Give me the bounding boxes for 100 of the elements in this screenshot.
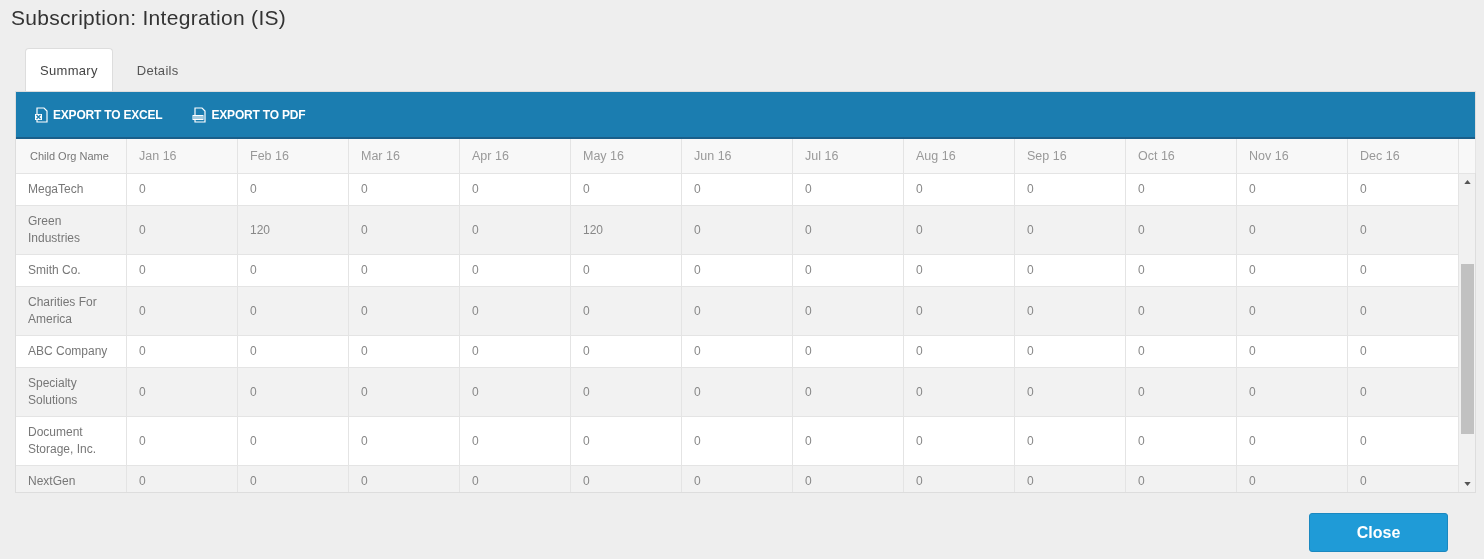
scroll-down-icon[interactable] <box>1463 482 1471 486</box>
table-cell: 0 <box>349 206 460 254</box>
pdf-file-icon <box>192 106 207 123</box>
table-cell: 0 <box>460 174 571 205</box>
table-cell: 0 <box>793 336 904 367</box>
table-cell: 0 <box>127 255 238 286</box>
table-cell: 0 <box>238 466 349 492</box>
table-cell: 0 <box>238 336 349 367</box>
table-cell: 0 <box>682 466 793 492</box>
table-cell: 0 <box>127 287 238 335</box>
table-cell: Smith Co. <box>16 255 127 286</box>
table-cell: 0 <box>127 466 238 492</box>
table-cell: 0 <box>238 174 349 205</box>
close-button[interactable]: Close <box>1309 513 1448 552</box>
table-cell: MegaTech <box>16 174 127 205</box>
table-cell: 0 <box>460 417 571 465</box>
column-header: Jun 16 <box>682 139 793 173</box>
table-cell: 0 <box>1237 174 1348 205</box>
table-cell: Document Storage, Inc. <box>16 417 127 465</box>
table-cell: 0 <box>793 368 904 416</box>
table-cell: 0 <box>1126 206 1237 254</box>
tab[interactable]: Details <box>112 49 203 91</box>
table-cell: 0 <box>349 287 460 335</box>
table-cell: 0 <box>1015 206 1126 254</box>
table-cell: 0 <box>1126 336 1237 367</box>
table-cell: 0 <box>793 417 904 465</box>
table-cell: 0 <box>793 466 904 492</box>
table-cell: 0 <box>1237 466 1348 492</box>
table-cell: 0 <box>793 287 904 335</box>
column-header: Nov 16 <box>1237 139 1348 173</box>
table-cell: 0 <box>571 287 682 335</box>
table-cell: 0 <box>1126 417 1237 465</box>
table-cell: 0 <box>682 287 793 335</box>
table-cell: 0 <box>460 206 571 254</box>
table-cell: 0 <box>127 368 238 416</box>
column-header: Dec 16 <box>1348 139 1459 173</box>
table-cell: 0 <box>682 417 793 465</box>
column-header: Jan 16 <box>127 139 238 173</box>
table-cell: 0 <box>460 255 571 286</box>
table-cell: 0 <box>1015 287 1126 335</box>
tab[interactable]: Summary <box>25 48 113 91</box>
table-cell: 0 <box>904 255 1015 286</box>
table-cell: 0 <box>1237 287 1348 335</box>
table-cell: 0 <box>1015 368 1126 416</box>
table-cell: 0 <box>904 466 1015 492</box>
column-header: Mar 16 <box>349 139 460 173</box>
table-cell: 0 <box>127 336 238 367</box>
table-cell: 0 <box>460 287 571 335</box>
column-header: Aug 16 <box>904 139 1015 173</box>
table-cell: 0 <box>571 417 682 465</box>
table-cell: 0 <box>571 336 682 367</box>
table-cell: 0 <box>1126 466 1237 492</box>
column-header: Apr 16 <box>460 139 571 173</box>
table-cell: 0 <box>238 368 349 416</box>
table-cell: 0 <box>904 206 1015 254</box>
table-cell: 0 <box>682 368 793 416</box>
table-cell: 0 <box>1015 417 1126 465</box>
table-cell: 0 <box>349 255 460 286</box>
table-cell: NextGen <box>16 466 127 492</box>
table-cell: 0 <box>571 174 682 205</box>
column-header: Sep 16 <box>1015 139 1126 173</box>
table-cell: 0 <box>904 287 1015 335</box>
table-cell: 120 <box>238 206 349 254</box>
export-button[interactable]: EXPORT TO PDF <box>192 106 306 123</box>
table-cell: 0 <box>1126 174 1237 205</box>
column-header: May 16 <box>571 139 682 173</box>
table-cell: 0 <box>349 466 460 492</box>
table-cell: ABC Company <box>16 336 127 367</box>
excel-file-icon <box>34 106 48 123</box>
table-cell: 0 <box>682 255 793 286</box>
table-cell: 0 <box>1015 336 1126 367</box>
table-cell: 0 <box>1015 174 1126 205</box>
table-cell: 0 <box>793 174 904 205</box>
table-cell: Green Industries <box>16 206 127 254</box>
column-header: Child Org Name <box>16 139 127 173</box>
table-cell: 0 <box>904 336 1015 367</box>
column-header: Jul 16 <box>793 139 904 173</box>
table-cell: 0 <box>1237 255 1348 286</box>
table-cell: 0 <box>793 255 904 286</box>
table-cell: 0 <box>682 336 793 367</box>
column-header: Feb 16 <box>238 139 349 173</box>
scroll-up-icon[interactable] <box>1463 180 1471 184</box>
table-cell: 0 <box>349 368 460 416</box>
table-cell: 0 <box>127 417 238 465</box>
table-cell: 120 <box>571 206 682 254</box>
table-cell: 0 <box>460 368 571 416</box>
table-cell: 0 <box>127 206 238 254</box>
table-cell: 0 <box>349 336 460 367</box>
table-cell: 0 <box>1237 417 1348 465</box>
table-cell: Specialty Solutions <box>16 368 127 416</box>
scrollbar[interactable] <box>1459 174 1475 492</box>
table-cell: 0 <box>349 417 460 465</box>
export-button[interactable]: EXPORT TO EXCEL <box>34 106 163 123</box>
table-cell: 0 <box>682 206 793 254</box>
table-cell: 0 <box>349 174 460 205</box>
table-cell: 0 <box>793 206 904 254</box>
table-cell: 0 <box>127 174 238 205</box>
table-cell: 0 <box>904 174 1015 205</box>
table-cell: 0 <box>460 466 571 492</box>
table-cell: 0 <box>904 368 1015 416</box>
